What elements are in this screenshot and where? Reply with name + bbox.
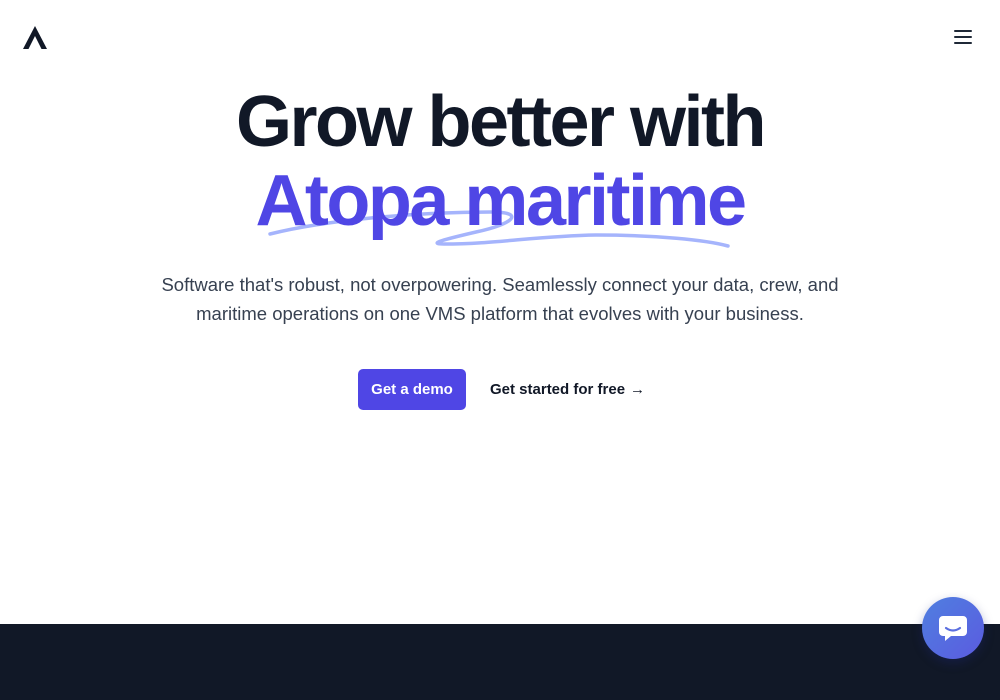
get-started-label: Get started for free [490, 381, 626, 398]
chat-widget-button[interactable] [922, 597, 984, 659]
subtext-line-1: Software that's robust, not overpowering… [161, 274, 839, 295]
headline-line-1: Grow better with [235, 82, 767, 162]
dark-section-band [0, 624, 1000, 700]
get-a-demo-button[interactable]: Get a demo [358, 369, 466, 410]
hero-subtext: Software that's robust, not overpowering… [150, 270, 850, 328]
get-started-free-link[interactable]: Get started for free → [490, 369, 645, 410]
hero-headline: Grow better with Atopa maritime [0, 82, 1000, 240]
headline-brand-highlight: Atopa maritime [255, 161, 747, 241]
arrow-right-icon: → [630, 381, 646, 398]
subtext-line-2: maritime operations on one VMS platform … [196, 303, 804, 324]
hero-section: Grow better with Atopa maritime Software… [0, 0, 1000, 624]
get-a-demo-label: Get a demo [371, 381, 453, 398]
chat-bubble-icon [939, 616, 967, 641]
